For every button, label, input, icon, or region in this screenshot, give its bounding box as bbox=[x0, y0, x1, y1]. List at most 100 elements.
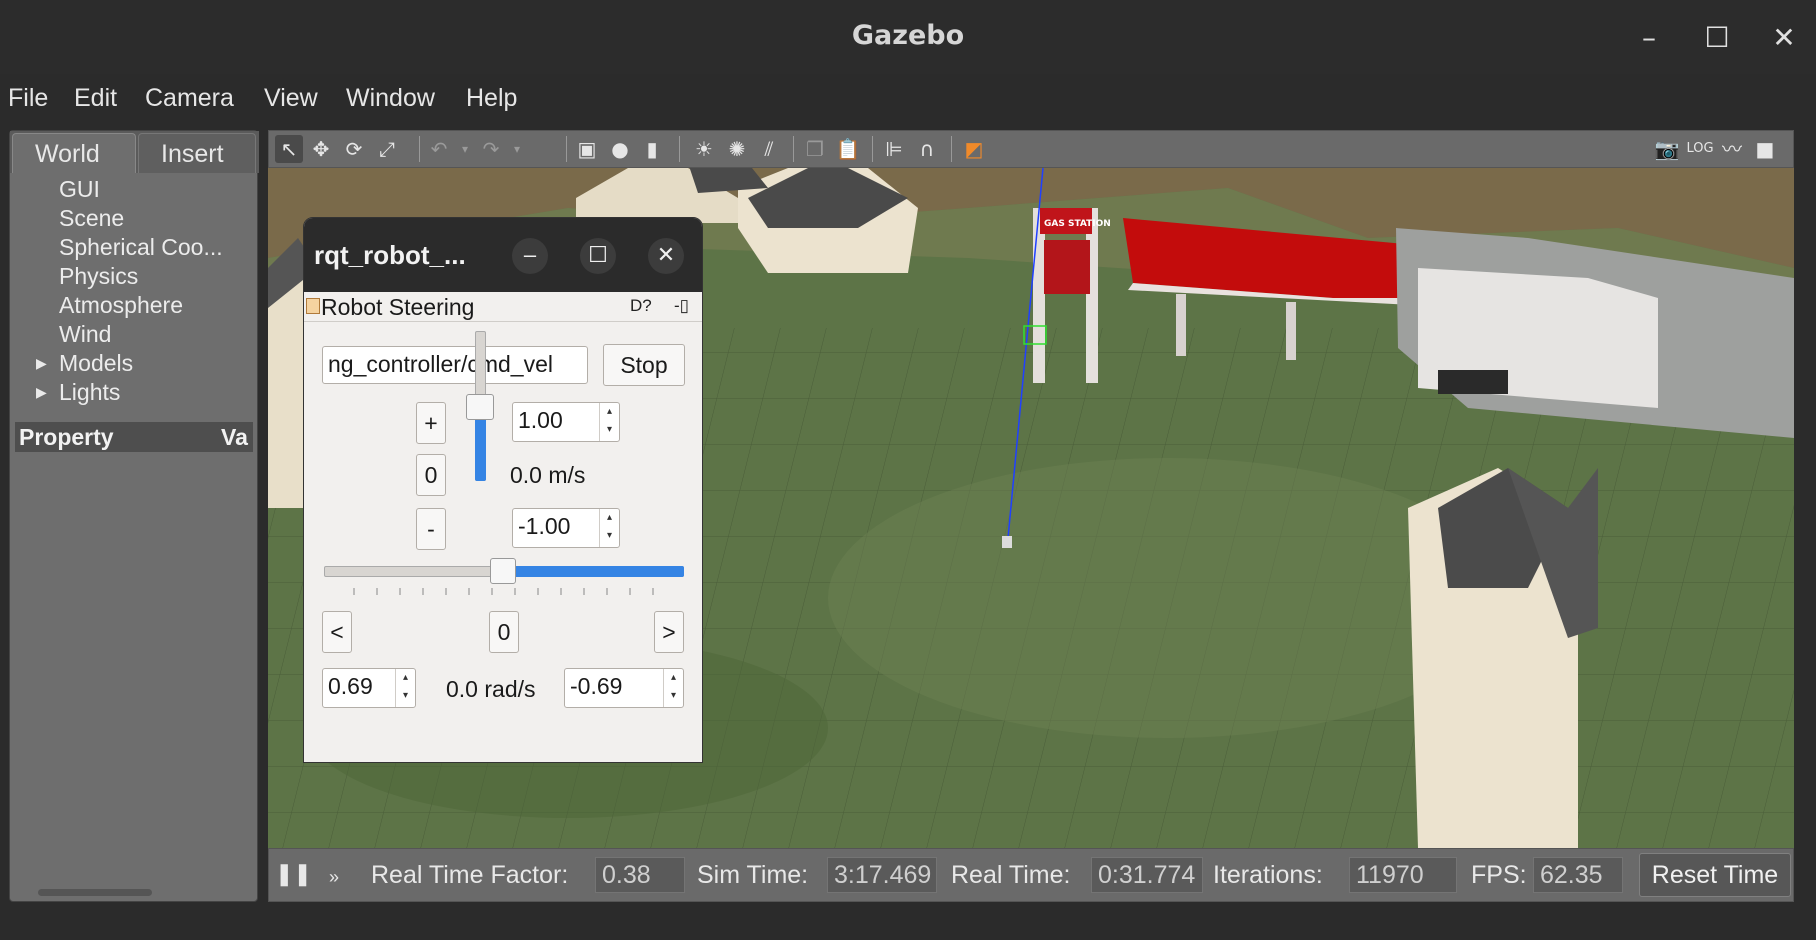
rtf-value: 0.38 bbox=[595, 857, 685, 893]
iterations-value: 11970 bbox=[1349, 857, 1457, 893]
toolbar-separator bbox=[793, 136, 794, 162]
tab-insert[interactable]: Insert bbox=[138, 133, 256, 173]
panel-tabs: World Insert bbox=[10, 131, 259, 173]
toolbar-separator bbox=[951, 136, 952, 162]
min-linear-input[interactable]: -1.00 ▴ ▾ bbox=[512, 508, 620, 548]
spot-light-icon[interactable]: ✺ bbox=[723, 135, 751, 163]
paste-icon[interactable]: 📋 bbox=[834, 135, 862, 163]
stop-button[interactable]: Stop bbox=[603, 344, 685, 386]
pause-icon[interactable]: ❚❚ bbox=[275, 861, 312, 887]
sphere-icon[interactable]: ● bbox=[606, 135, 634, 163]
turn-left-button[interactable]: < bbox=[322, 611, 352, 653]
tree-item-gui[interactable]: GUI bbox=[10, 175, 259, 204]
plugin-minimize-icon[interactable]: -▯ bbox=[674, 296, 689, 316]
real-time-value: 0:31.774 bbox=[1091, 857, 1203, 893]
snap-icon[interactable]: ∩ bbox=[913, 135, 941, 163]
angular-readout: 0.0 rad/s bbox=[446, 676, 536, 702]
scale-icon[interactable]: ⤢ bbox=[373, 135, 401, 163]
plugin-help-controls[interactable]: D? bbox=[630, 296, 652, 316]
rqt-robot-steering-window: rqt_robot_... – ☐ ✕ Robot Steering D? -▯… bbox=[303, 217, 703, 763]
step-button[interactable]: » bbox=[329, 867, 339, 888]
redo-icon[interactable]: ↷ bbox=[477, 135, 505, 163]
rtf-label: Real Time Factor: bbox=[371, 861, 569, 889]
toolbar-separator bbox=[566, 136, 567, 162]
world-tree: GUI Scene Spherical Coo... Physics Atmos… bbox=[10, 175, 259, 407]
max-linear-input[interactable]: 1.00 ▴ ▾ bbox=[512, 402, 620, 442]
zero-linear-button[interactable]: 0 bbox=[416, 454, 446, 496]
plugin-name: Robot Steering bbox=[321, 294, 475, 320]
tree-item-spherical-coordinates[interactable]: Spherical Coo... bbox=[10, 233, 259, 262]
toolbar-separator bbox=[679, 136, 680, 162]
menu-bar: File Edit Camera View Window Help bbox=[0, 74, 1816, 130]
toolbar-separator bbox=[419, 136, 420, 162]
decrease-linear-button[interactable]: - bbox=[416, 508, 446, 550]
fps-value: 62.35 bbox=[1533, 857, 1623, 893]
spin-arrows-icon[interactable]: ▴ ▾ bbox=[599, 403, 619, 441]
rotate-icon[interactable]: ⟳ bbox=[340, 135, 368, 163]
fps-label: FPS: bbox=[1471, 861, 1527, 889]
menu-file[interactable]: File bbox=[8, 84, 48, 113]
cylinder-icon[interactable]: ▮ bbox=[638, 135, 666, 163]
max-angular-input[interactable]: 0.69 ▴ ▾ bbox=[322, 668, 416, 708]
translate-icon[interactable]: ✥ bbox=[307, 135, 335, 163]
zero-angular-button[interactable]: 0 bbox=[489, 611, 519, 653]
angular-slider-handle[interactable] bbox=[490, 558, 516, 584]
tree-item-atmosphere[interactable]: Atmosphere bbox=[10, 291, 259, 320]
plugin-icon bbox=[306, 298, 320, 314]
horizontal-scrollbar[interactable] bbox=[38, 889, 152, 896]
min-linear-value: -1.00 bbox=[518, 513, 571, 539]
real-time-label: Real Time: bbox=[951, 861, 1071, 889]
align-icon[interactable]: ⊫ bbox=[880, 135, 908, 163]
menu-window[interactable]: Window bbox=[346, 84, 435, 113]
gazebo-window: Gazebo – ☐ ✕ File Edit Camera View Windo… bbox=[0, 0, 1816, 940]
increase-linear-button[interactable]: + bbox=[416, 402, 446, 444]
menu-view[interactable]: View bbox=[264, 84, 318, 113]
property-column-label: Property bbox=[19, 424, 114, 450]
maximize-button[interactable]: ☐ bbox=[1697, 18, 1737, 58]
plugin-header: Robot Steering D? -▯ bbox=[304, 292, 702, 322]
spin-arrows-icon[interactable]: ▴ ▾ bbox=[663, 669, 683, 707]
point-light-icon[interactable]: ☀ bbox=[690, 135, 718, 163]
min-angular-input[interactable]: -0.69 ▴ ▾ bbox=[564, 668, 684, 708]
plot-icon[interactable]: 〰 bbox=[1718, 135, 1746, 163]
copy-icon[interactable]: ❐ bbox=[801, 135, 829, 163]
tree-item-lights[interactable]: ▶ Lights bbox=[10, 378, 259, 407]
expand-arrow-icon[interactable]: ▶ bbox=[36, 349, 47, 378]
box-icon[interactable]: ▣ bbox=[573, 135, 601, 163]
tree-item-physics[interactable]: Physics bbox=[10, 262, 259, 291]
value-column-label: Va bbox=[221, 424, 248, 450]
select-icon[interactable]: ↖ bbox=[275, 135, 303, 163]
screenshot-icon[interactable]: 📷 bbox=[1653, 135, 1681, 163]
video-icon[interactable]: ■ bbox=[1751, 135, 1779, 163]
tab-world[interactable]: World bbox=[12, 133, 136, 173]
topic-input[interactable]: ng_controller/cmd_vel bbox=[322, 346, 588, 384]
left-panel: World Insert GUI Scene Spherical Coo... … bbox=[9, 130, 259, 902]
sim-time-value: 3:17.469 bbox=[827, 857, 937, 893]
rqt-maximize-button[interactable]: ☐ bbox=[580, 238, 616, 274]
view-angle-icon[interactable]: ◩ bbox=[960, 135, 988, 163]
close-button[interactable]: ✕ bbox=[1764, 18, 1804, 58]
rqt-title-bar[interactable]: rqt_robot_... – ☐ ✕ bbox=[304, 218, 702, 292]
reset-time-button[interactable]: Reset Time bbox=[1639, 853, 1791, 897]
undo-dropdown-icon[interactable]: ▾ bbox=[451, 135, 479, 163]
rqt-close-button[interactable]: ✕ bbox=[648, 238, 684, 274]
directional-light-icon[interactable]: ⫽ bbox=[755, 135, 783, 163]
spin-arrows-icon[interactable]: ▴ ▾ bbox=[395, 669, 415, 707]
redo-dropdown-icon[interactable]: ▾ bbox=[503, 135, 531, 163]
expand-arrow-icon[interactable]: ▶ bbox=[36, 378, 47, 407]
linear-slider-handle[interactable] bbox=[466, 394, 494, 420]
rqt-minimize-button[interactable]: – bbox=[512, 238, 548, 274]
tree-item-lights-label: Lights bbox=[59, 379, 121, 405]
tree-item-models[interactable]: ▶ Models bbox=[10, 349, 259, 378]
undo-icon[interactable]: ↶ bbox=[425, 135, 453, 163]
menu-edit[interactable]: Edit bbox=[74, 84, 117, 113]
menu-help[interactable]: Help bbox=[466, 84, 517, 113]
log-icon[interactable]: LOG bbox=[1686, 135, 1714, 163]
minimize-button[interactable]: – bbox=[1629, 18, 1669, 58]
tree-item-scene[interactable]: Scene bbox=[10, 204, 259, 233]
svg-text:GAS STATION: GAS STATION bbox=[1044, 219, 1111, 229]
menu-camera[interactable]: Camera bbox=[145, 84, 234, 113]
turn-right-button[interactable]: > bbox=[654, 611, 684, 653]
spin-arrows-icon[interactable]: ▴ ▾ bbox=[599, 509, 619, 547]
tree-item-wind[interactable]: Wind bbox=[10, 320, 259, 349]
